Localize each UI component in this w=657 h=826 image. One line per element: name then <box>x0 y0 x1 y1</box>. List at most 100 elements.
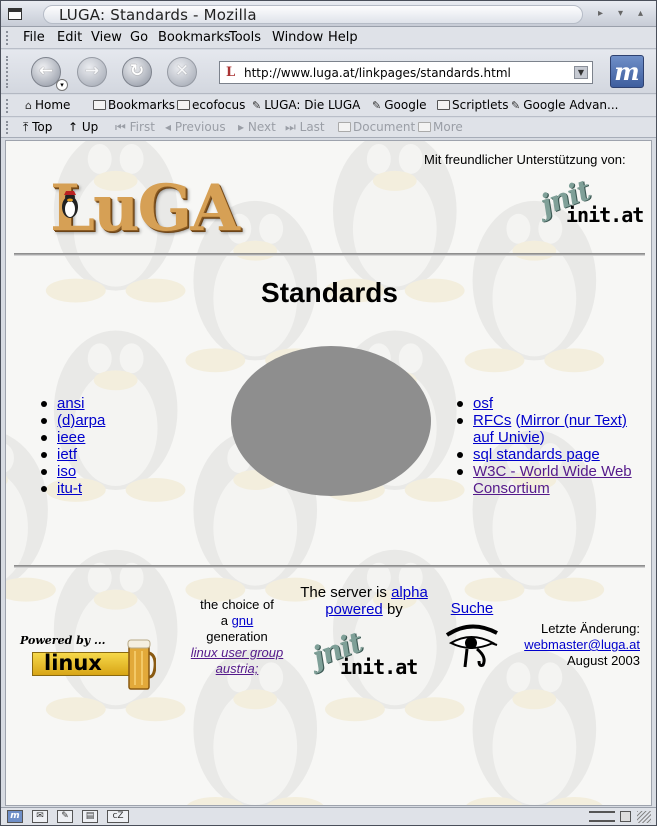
bookmark-scriptlets-folder[interactable]: Scriptlets <box>437 98 508 112</box>
shade-icon[interactable]: ▸ <box>598 8 603 19</box>
address-book-icon[interactable]: ▤ <box>82 810 98 823</box>
right-link-list: osf RFCs (Mirror (nur Text) auf Univie) … <box>456 395 651 497</box>
first-icon: ⏮ <box>115 120 126 134</box>
sitenav-next[interactable]: ▸ Next <box>238 120 276 134</box>
url-bar[interactable]: L http://www.luga.at/linkpages/standards… <box>219 61 593 84</box>
site-favicon-icon: L <box>226 65 236 80</box>
bookmark-bookmarks-folder[interactable]: Bookmarks <box>93 98 175 112</box>
bookmark-google-advanced[interactable]: ✎ Google Advan... <box>511 98 618 112</box>
status-bar: m ✉ ✎ ▤ cZ <box>1 807 656 825</box>
link-itu-t[interactable]: itu-t <box>57 480 82 497</box>
bookmark-ecofocus-folder[interactable]: ecofocus <box>177 98 245 112</box>
top-arrow-icon: ⤒ <box>23 120 29 134</box>
maximize-icon[interactable]: ▴ <box>638 8 643 19</box>
link-rfcs[interactable]: RFCs <box>473 412 511 429</box>
sitenav-first[interactable]: ⏮ First <box>115 120 155 135</box>
security-lock-icon[interactable] <box>620 811 631 822</box>
list-item: sql standards page <box>456 446 651 463</box>
list-item: osf <box>456 395 651 412</box>
menu-edit[interactable]: Edit <box>57 30 82 45</box>
init-at-sponsor-logo[interactable]: jnit init.at <box>536 173 644 227</box>
navigation-toolbar: ← ▾ → ↻ ✕ L http://www.luga.at/linkpages… <box>1 50 656 94</box>
home-icon: ⌂ <box>25 99 32 112</box>
menu-file[interactable]: File <box>23 30 45 45</box>
forward-button[interactable]: → <box>77 57 107 87</box>
link-alpha[interactable]: alpha <box>391 584 428 601</box>
up-arrow-icon: ↑ <box>68 120 79 134</box>
link-gnu[interactable]: gnu <box>232 613 254 628</box>
link-powered[interactable]: powered <box>325 601 383 618</box>
url-history-dropdown[interactable]: ▼ <box>574 66 588 79</box>
paren-close: ) <box>539 429 545 446</box>
last-modified-info: Letzte Änderung: webmaster@luga.at Augus… <box>524 621 640 668</box>
sitenav-top[interactable]: ⤒ Top <box>23 120 52 135</box>
toolbar-grip[interactable] <box>6 121 14 134</box>
folder-icon <box>93 100 106 110</box>
bookmark-luga[interactable]: ✎ LUGA: Die LUGA <box>252 98 360 112</box>
bookmark-home[interactable]: ⌂ Home <box>25 98 70 112</box>
toolbar-grip[interactable] <box>6 31 14 45</box>
window-menu-icon[interactable] <box>8 8 22 20</box>
sitenav-last[interactable]: ⏭ Last <box>285 120 325 135</box>
link-ietf[interactable]: ietf <box>57 446 77 463</box>
left-link-list: ansi (d)arpa ieee ietf iso itu-t <box>40 395 105 497</box>
powered-by-linux-badge[interactable]: Powered by ... linux <box>20 634 156 692</box>
mail-icon[interactable]: ✉ <box>32 810 48 823</box>
mozilla-throbber-icon[interactable]: m <box>610 55 644 88</box>
toolbar-grip[interactable] <box>6 99 14 113</box>
menu-view[interactable]: View <box>91 30 122 45</box>
link-osf[interactable]: osf <box>473 395 493 412</box>
composer-icon[interactable]: ✎ <box>57 810 73 823</box>
server-powered-text: The server is alpha powered by <box>300 584 428 618</box>
window-title: LUGA: Standards - Mozilla <box>59 6 257 24</box>
online-connection-icon[interactable] <box>589 811 615 822</box>
menu-window[interactable]: Window <box>272 30 323 45</box>
reload-button[interactable]: ↻ <box>122 57 152 87</box>
sitenav-up[interactable]: ↑ Up <box>68 120 98 134</box>
back-history-dropdown[interactable]: ▾ <box>56 79 68 91</box>
bookmark-google[interactable]: ✎ Google <box>372 98 427 112</box>
menu-tools[interactable]: Tools <box>229 30 261 45</box>
forward-arrow-icon: → <box>84 61 100 81</box>
link-search[interactable]: Suche <box>451 600 494 617</box>
last-icon: ⏭ <box>285 120 296 134</box>
link-darpa[interactable]: (d)arpa <box>57 412 105 429</box>
sitenav-document[interactable]: Document <box>338 120 415 134</box>
bookmarks-toolbar: ⌂ Home Bookmarks ecofocus ✎ LUGA: Die LUGA… <box>1 95 656 117</box>
divider <box>14 565 645 568</box>
link-ansi[interactable]: ansi <box>57 395 85 412</box>
sitenav-previous[interactable]: ◂ Previous <box>165 120 226 134</box>
search-link-wrapper: Suche <box>444 600 500 617</box>
list-item: W3C - World Wide Web Consortium <box>456 463 651 497</box>
stop-button[interactable]: ✕ <box>167 57 197 87</box>
link-iso[interactable]: iso <box>57 463 76 480</box>
url-text[interactable]: http://www.luga.at/linkpages/standards.h… <box>244 66 511 80</box>
mozilla-taskbar-icon[interactable]: m <box>7 810 23 823</box>
next-icon: ▸ <box>238 120 245 134</box>
menu-help[interactable]: Help <box>328 30 358 45</box>
folder-icon <box>418 122 431 132</box>
link-ieee[interactable]: ieee <box>57 429 85 446</box>
previous-icon: ◂ <box>165 120 172 134</box>
site-navigation-bar: ⤒ Top ↑ Up ⏮ First ◂ Previous ▸ Next ⏭ L… <box>1 118 656 138</box>
bookmark-icon: ✎ <box>252 99 262 112</box>
link-w3c[interactable]: W3C - World Wide Web Consortium <box>473 463 632 497</box>
browser-window: LUGA: Standards - Mozilla ▸ ▾ ▴ File Edi… <box>0 0 657 826</box>
page-content: Mit freundlicher Unterstützung von: LuGA… <box>5 140 652 806</box>
eye-of-horus-icon[interactable] <box>443 621 499 669</box>
link-luga-austria[interactable]: linux user group austria; <box>191 645 284 676</box>
list-item: ieee <box>40 429 105 446</box>
reload-icon: ↻ <box>129 61 145 81</box>
link-webmaster-email[interactable]: webmaster@luga.at <box>524 637 640 652</box>
minimize-icon[interactable]: ▾ <box>618 8 623 19</box>
resize-grip-icon[interactable] <box>637 811 651 823</box>
chatzilla-icon[interactable]: cZ <box>107 810 129 823</box>
menu-bar: File Edit View Go Bookmarks Tools Window… <box>1 27 656 49</box>
sitenav-more[interactable]: More <box>418 120 463 134</box>
link-sql-standards[interactable]: sql standards page <box>473 446 600 463</box>
menu-bookmarks[interactable]: Bookmarks <box>158 30 231 45</box>
init-at-server-logo[interactable]: jnit init.at <box>306 621 418 681</box>
gray-circle-image <box>231 346 431 496</box>
menu-go[interactable]: Go <box>130 30 148 45</box>
toolbar-grip[interactable] <box>6 56 14 88</box>
